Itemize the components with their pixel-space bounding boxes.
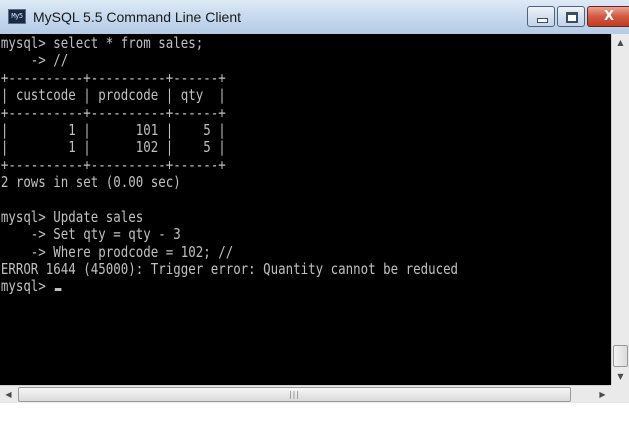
close-icon: X bbox=[603, 9, 615, 24]
console-line: -> Set qty = qty - 3 bbox=[0, 225, 181, 244]
title-bar[interactable]: My5 MySQL 5.5 Command Line Client X bbox=[0, 0, 629, 34]
window-title: MySQL 5.5 Command Line Client bbox=[33, 9, 242, 25]
horizontal-scroll-thumb[interactable]: ||| bbox=[18, 387, 571, 402]
console-line: mysql> select * from sales; bbox=[0, 34, 204, 52]
table-row-line: | 1 | 101 | 5 | bbox=[0, 120, 226, 139]
horizontal-scrollbar[interactable]: ◀ ||| ▶ bbox=[0, 385, 611, 403]
result-summary-line: 2 rows in set (0.00 sec) bbox=[0, 173, 181, 192]
grip-icon: ||| bbox=[288, 390, 301, 399]
scroll-right-icon[interactable]: ▶ bbox=[594, 386, 611, 403]
scroll-left-icon[interactable]: ◀ bbox=[0, 386, 17, 403]
mysql-console-icon[interactable]: My5 bbox=[8, 9, 26, 24]
scrollbar-corner bbox=[611, 385, 629, 403]
console-line: -> // bbox=[0, 51, 69, 70]
console-line: mysql> Update sales bbox=[0, 207, 144, 226]
vertical-scrollbar[interactable]: ▲ ▼ bbox=[611, 34, 629, 385]
prompt-line[interactable]: mysql> bbox=[1, 278, 507, 295]
close-button[interactable]: X bbox=[587, 6, 629, 27]
table-row-line: | 1 | 102 | 5 | bbox=[0, 138, 226, 157]
console-output[interactable]: mysql> select * from sales; -> //+------… bbox=[0, 34, 611, 385]
table-border-line: +----------+----------+------+ bbox=[0, 68, 226, 87]
background-area bbox=[0, 403, 629, 444]
error-message-line: ERROR 1644 (45000): Trigger error: Quant… bbox=[0, 260, 459, 279]
table-border-line: +----------+----------+------+ bbox=[0, 103, 226, 122]
minimize-button[interactable] bbox=[527, 6, 555, 27]
text-cursor bbox=[54, 288, 62, 292]
prompt-text: mysql> bbox=[0, 277, 54, 296]
table-header-line: | custcode | prodcode | qty | bbox=[0, 86, 226, 105]
scroll-up-icon[interactable]: ▲ bbox=[612, 34, 629, 51]
vertical-scroll-thumb[interactable] bbox=[613, 345, 628, 367]
maximize-button[interactable] bbox=[557, 6, 585, 27]
console-text: mysql> select * from sales; -> //+------… bbox=[0, 34, 507, 296]
console-line: -> Where prodcode = 102; // bbox=[0, 242, 234, 261]
console-window: My5 MySQL 5.5 Command Line Client X mysq… bbox=[0, 0, 629, 444]
scroll-down-icon[interactable]: ▼ bbox=[612, 368, 629, 385]
table-border-line: +----------+----------+------+ bbox=[0, 155, 226, 174]
